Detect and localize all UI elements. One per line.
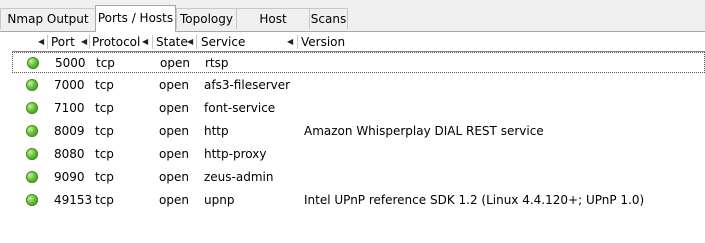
status-green-icon <box>26 194 38 206</box>
service-cell: http <box>204 124 229 138</box>
state-cell: open <box>159 124 189 138</box>
tab-ports-hosts[interactable]: Ports / Hosts <box>95 5 176 32</box>
tab-topology[interactable]: Topology <box>176 8 237 29</box>
protocol-cell: tcp <box>95 101 114 115</box>
protocol-cell: tcp <box>95 147 114 161</box>
column-separator[interactable] <box>297 35 298 49</box>
sort-arrow-icon[interactable]: ◀ <box>81 33 87 51</box>
column-separator[interactable] <box>89 35 90 49</box>
service-cell: font-service <box>204 101 276 115</box>
tab-bar: Nmap Output Ports / Hosts Topology Host … <box>0 0 705 47</box>
protocol-cell: tcp <box>95 124 114 138</box>
version-cell: Intel UPnP reference SDK 1.2 (Linux 4.4.… <box>304 193 645 207</box>
version-cell: Amazon Whisperplay DIAL REST service <box>304 124 544 138</box>
service-cell: http-proxy <box>204 147 267 161</box>
port-cell: 8009 <box>54 124 85 138</box>
ports-table: ◀ Port ◀ Protocol ◀ State ◀ Service ◀ Ve… <box>0 31 705 243</box>
protocol-cell: tcp <box>96 56 115 70</box>
port-cell: 49153 <box>54 193 93 207</box>
status-green-icon <box>26 171 38 183</box>
column-separator[interactable] <box>196 35 197 49</box>
state-cell: open <box>160 56 190 70</box>
table-row[interactable]: 7100 tcp open font-service <box>12 98 705 119</box>
column-header-port[interactable]: Port <box>51 33 75 51</box>
column-header-protocol[interactable]: Protocol <box>92 33 140 51</box>
column-header-version[interactable]: Version <box>301 33 345 51</box>
service-cell: rtsp <box>205 56 229 70</box>
table-row[interactable]: 7000 tcp open afs3-fileserver <box>12 75 705 96</box>
service-cell: afs3-fileserver <box>204 78 291 92</box>
status-green-icon <box>26 102 38 114</box>
state-cell: open <box>159 78 189 92</box>
status-green-icon <box>26 79 38 91</box>
protocol-cell: tcp <box>95 78 114 92</box>
port-cell: 8080 <box>54 147 85 161</box>
tab-label: Topology <box>180 12 233 26</box>
service-cell: upnp <box>204 193 235 207</box>
table-header: ◀ Port ◀ Protocol ◀ State ◀ Service ◀ Ve… <box>12 33 705 52</box>
tab-label: Scans <box>310 12 347 26</box>
sort-arrow-icon[interactable]: ◀ <box>142 33 148 51</box>
protocol-cell: tcp <box>95 193 114 207</box>
service-cell: zeus-admin <box>204 170 274 184</box>
table-row[interactable]: 9090 tcp open zeus-admin <box>12 167 705 188</box>
protocol-cell: tcp <box>95 170 114 184</box>
tab-label: Ports / Hosts <box>97 11 174 25</box>
sort-arrow-icon[interactable]: ◀ <box>38 33 44 51</box>
column-header-service[interactable]: Service <box>201 33 245 51</box>
port-cell: 7000 <box>54 78 85 92</box>
table-row[interactable]: 5000 tcp open rtsp <box>12 52 705 73</box>
status-green-icon <box>26 125 38 137</box>
column-header-state[interactable]: State <box>156 33 188 51</box>
port-cell: 9090 <box>54 170 85 184</box>
state-cell: open <box>159 193 189 207</box>
table-row[interactable]: 8009 tcp open http Amazon Whisperplay DI… <box>12 121 705 142</box>
sort-arrow-icon[interactable]: ◀ <box>187 33 193 51</box>
column-separator[interactable] <box>152 35 153 49</box>
state-cell: open <box>159 101 189 115</box>
column-separator[interactable] <box>47 35 48 49</box>
tab-host-details[interactable]: Host Details <box>236 8 310 47</box>
tab-nmap-output[interactable]: Nmap Output <box>0 8 96 29</box>
tab-label: Nmap Output <box>7 12 89 26</box>
table-row[interactable]: 49153 tcp open upnp Intel UPnP reference… <box>12 190 705 211</box>
status-green-icon <box>27 57 39 69</box>
state-cell: open <box>159 170 189 184</box>
table-row[interactable]: 8080 tcp open http-proxy <box>12 144 705 165</box>
tab-scans[interactable]: Scans <box>309 8 348 29</box>
port-cell: 5000 <box>55 56 86 70</box>
state-cell: open <box>159 147 189 161</box>
sort-arrow-icon[interactable]: ◀ <box>287 33 293 51</box>
port-cell: 7100 <box>54 101 85 115</box>
status-green-icon <box>26 148 38 160</box>
